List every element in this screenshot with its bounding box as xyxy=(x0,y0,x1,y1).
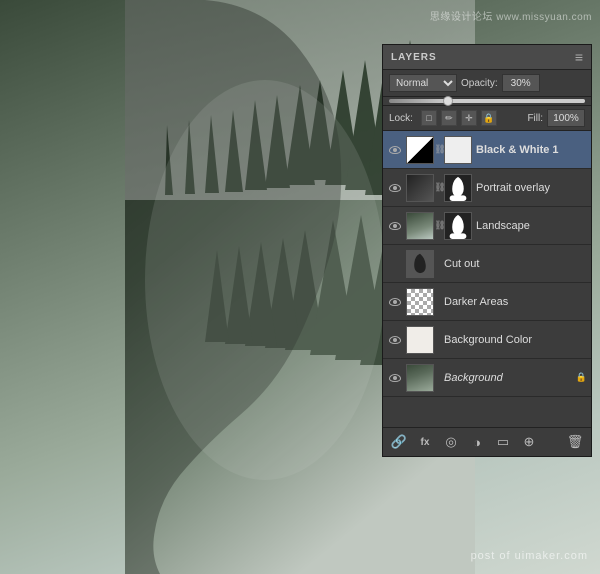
layer-visibility-darker[interactable] xyxy=(387,294,403,310)
adjustment-icon[interactable]: ◑ xyxy=(467,432,487,452)
eye-icon-landscape xyxy=(389,222,401,230)
layer-name-portrait: Portrait overlay xyxy=(476,182,587,194)
layer-row-darker[interactable]: Darker Areas xyxy=(383,283,591,321)
layer-thumb-cutout xyxy=(406,250,434,278)
eye-icon-darker xyxy=(389,298,401,306)
layer-row-bgcolor[interactable]: Background Color xyxy=(383,321,591,359)
delete-layer-icon[interactable]: 🗑 xyxy=(565,432,585,452)
layers-panel: LAYERS ≡ Normal Multiply Screen Overlay … xyxy=(382,44,592,457)
layer-mask-landscape xyxy=(444,212,472,240)
layer-visibility-landscape[interactable] xyxy=(387,218,403,234)
layer-thumb-landscape xyxy=(406,212,434,240)
layer-thumb-darker xyxy=(406,288,434,316)
layer-visibility-bgcolor[interactable] xyxy=(387,332,403,348)
lock-label: Lock: xyxy=(389,113,413,124)
eye-icon-bw1 xyxy=(389,146,401,154)
opacity-slider-thumb[interactable] xyxy=(443,96,453,106)
eye-icon-bgcolor xyxy=(389,336,401,344)
blend-opacity-row: Normal Multiply Screen Overlay Opacity: xyxy=(383,70,591,97)
layer-thumb-background xyxy=(406,364,434,392)
fx-icon[interactable]: fx xyxy=(415,432,435,452)
panel-header: LAYERS ≡ xyxy=(383,45,591,70)
layer-name-bgcolor: Background Color xyxy=(444,334,587,346)
panel-title: LAYERS xyxy=(391,52,437,63)
opacity-label: Opacity: xyxy=(461,78,498,89)
opacity-input[interactable] xyxy=(502,74,540,92)
lock-position-btn[interactable]: ✛ xyxy=(461,110,477,126)
fill-input[interactable] xyxy=(547,109,585,127)
layer-visibility-background[interactable] xyxy=(387,370,403,386)
layer-row-portrait[interactable]: ⛓ Portrait overlay xyxy=(383,169,591,207)
lock-pixels-btn[interactable]: ✏ xyxy=(441,110,457,126)
panel-menu-icon[interactable]: ≡ xyxy=(575,49,583,65)
eye-icon-portrait xyxy=(389,184,401,192)
layer-mask-portrait xyxy=(444,174,472,202)
layer-thumb-bgcolor xyxy=(406,326,434,354)
lock-icon-background: 🔒 xyxy=(576,372,587,383)
opacity-slider-row xyxy=(383,97,591,106)
new-layer-icon[interactable]: ⊕ xyxy=(519,432,539,452)
layer-visibility-cutout[interactable] xyxy=(387,256,403,272)
lock-transparent-btn[interactable]: □ xyxy=(421,110,437,126)
chain-icon-landscape: ⛓ xyxy=(436,220,444,231)
layer-visibility-portrait[interactable] xyxy=(387,180,403,196)
watermark-top: 思缘设计论坛 www.missyuan.com xyxy=(430,8,592,23)
layer-thumb-portrait xyxy=(406,174,434,202)
layer-mask-bw1 xyxy=(444,136,472,164)
chain-icon-bw1: ⛓ xyxy=(436,144,444,155)
watermark-bottom: post of uimaker.com xyxy=(471,550,588,562)
layer-row-landscape[interactable]: ⛓ Landscape xyxy=(383,207,591,245)
layer-row-background[interactable]: Background 🔒 xyxy=(383,359,591,397)
group-icon[interactable]: ▭ xyxy=(493,432,513,452)
mask-icon[interactable]: ◎ xyxy=(441,432,461,452)
eye-icon-background xyxy=(389,374,401,382)
lock-all-btn[interactable]: 🔒 xyxy=(481,110,497,126)
fill-label: Fill: xyxy=(527,113,543,124)
layer-name-landscape: Landscape xyxy=(476,220,587,232)
link-icon[interactable]: 🔗 xyxy=(389,432,409,452)
layer-name-background: Background xyxy=(444,372,572,384)
layer-thumb-bw1 xyxy=(406,136,434,164)
layer-row-cutout[interactable]: Cut out xyxy=(383,245,591,283)
blend-mode-select[interactable]: Normal Multiply Screen Overlay xyxy=(389,74,457,92)
opacity-slider-track[interactable] xyxy=(389,99,585,103)
lock-row: Lock: □ ✏ ✛ 🔒 Fill: xyxy=(383,106,591,131)
panel-spacer xyxy=(383,397,591,427)
panel-footer: 🔗 fx ◎ ◑ ▭ ⊕ 🗑 xyxy=(383,427,591,456)
layer-name-bw1: Black & White 1 xyxy=(476,144,587,156)
layer-name-darker: Darker Areas xyxy=(444,296,587,308)
layer-visibility-bw1[interactable] xyxy=(387,142,403,158)
chain-icon-portrait: ⛓ xyxy=(436,182,444,193)
layer-row-bw1[interactable]: ⛓ Black & White 1 xyxy=(383,131,591,169)
layer-name-cutout: Cut out xyxy=(444,258,587,270)
